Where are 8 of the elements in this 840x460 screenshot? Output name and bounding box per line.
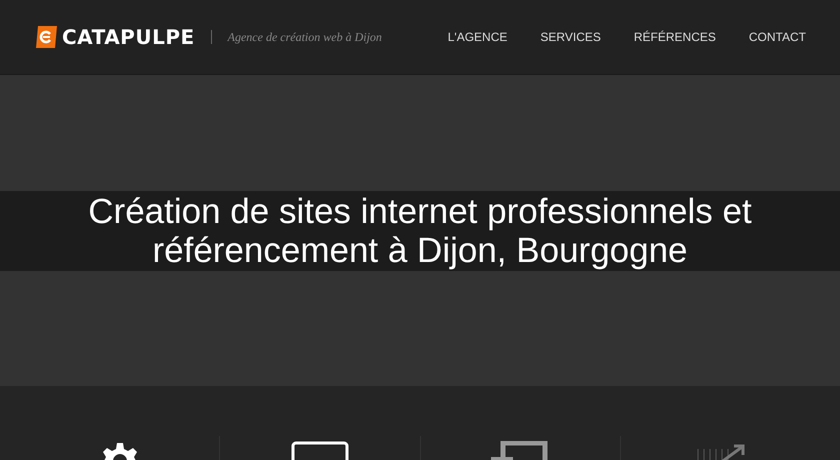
nav-link[interactable]: L'AGENCE [448,30,508,44]
nav-link[interactable]: SERVICES [540,30,601,44]
tagline: Agence de création web à Dijon [228,30,382,44]
nav-link[interactable]: RÉFÉRENCES [634,30,716,44]
nav-link[interactable]: CONTACT [748,30,806,44]
logo-text[interactable]: CATAPULPE [62,25,195,49]
logo-icon [34,25,58,49]
hero-title: Création de sites internet professionnels et référencement à Dijon, Bourgogne [87,192,753,270]
